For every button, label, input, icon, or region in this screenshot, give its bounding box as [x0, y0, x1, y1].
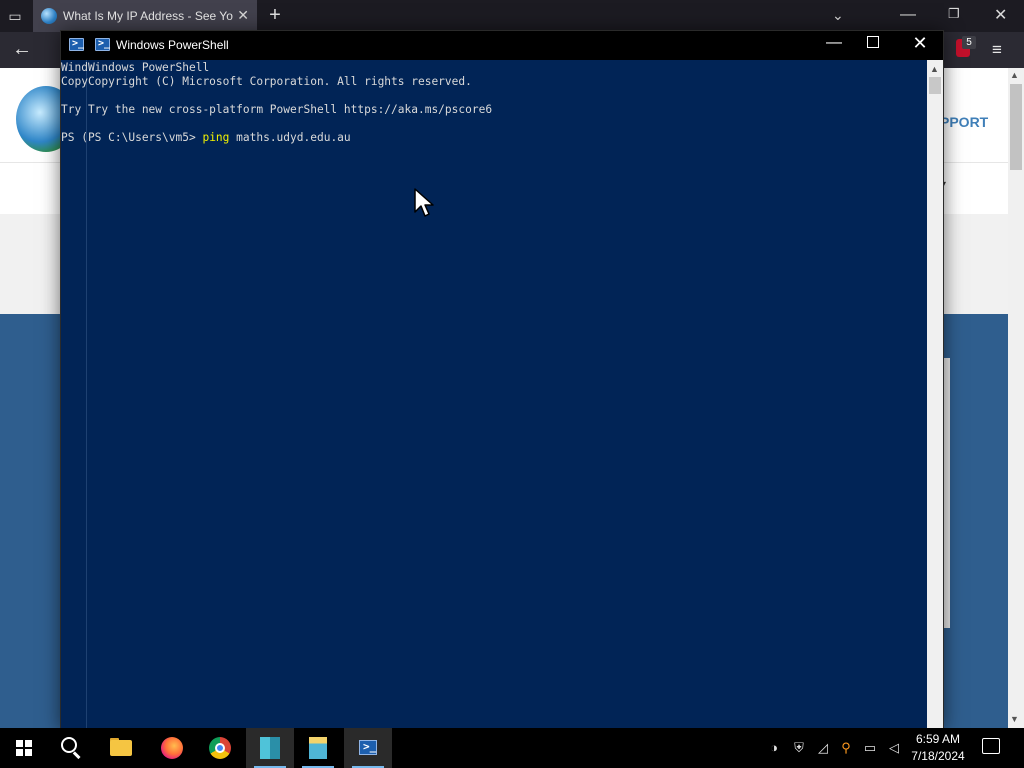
back-arrow-icon[interactable]: ← [12, 38, 32, 61]
globe-icon [41, 8, 57, 24]
browser-restore-button[interactable]: ❐ [948, 6, 960, 22]
network-monitor-icon[interactable]: ▭ [862, 740, 878, 756]
magnifier-tray-icon[interactable]: ⚲ [838, 740, 854, 756]
taskbar-powershell[interactable]: >_ [344, 728, 392, 768]
page-slider-handle[interactable] [944, 358, 950, 628]
console-line: WindWindows PowerShell [61, 61, 210, 74]
console-scrollbar-thumb[interactable] [929, 77, 941, 94]
powershell-icon[interactable]: >_ [95, 38, 110, 51]
clock-date: 7/18/2024 [911, 749, 965, 763]
folder-icon [110, 740, 132, 756]
volume-muted-icon[interactable]: ◁ [886, 740, 902, 756]
chevron-down-icon[interactable]: ⌄ [832, 7, 844, 24]
desktop: ▭ What Is My IP Address - See Your ✕ + ⌄… [0, 0, 1024, 768]
powershell-window[interactable]: >_ >_ Windows PowerShell — ✕ WindWindows… [60, 30, 944, 730]
minimize-button[interactable]: — [823, 34, 845, 56]
new-tab-button[interactable]: + [265, 5, 285, 25]
support-link[interactable]: PPORT [940, 114, 988, 130]
taskbar-app-building-2[interactable] [294, 728, 342, 768]
browser-tabbar: ▭ What Is My IP Address - See Your ✕ + ⌄… [0, 0, 1024, 32]
hamburger-menu-icon[interactable]: ≡ [992, 40, 1002, 60]
system-clock[interactable]: 6:59 AM 7/18/2024 [906, 731, 970, 765]
building-app-icon [260, 737, 280, 759]
window-title: Windows PowerShell [116, 38, 229, 52]
notification-center-icon[interactable] [982, 738, 1000, 754]
console-output[interactable]: WindWindows PowerShell CopyCopyright (C)… [61, 60, 927, 729]
prompt: PS (PS C:\Users\vm5> [61, 131, 203, 144]
security-shield-icon[interactable]: ⛨ [791, 740, 807, 756]
browser-tab-active[interactable]: What Is My IP Address - See Your ✕ [33, 0, 257, 32]
console-line: Try Try the new cross-platform PowerShel… [61, 103, 493, 116]
powershell-titlebar[interactable]: >_ >_ Windows PowerShell — ✕ [61, 31, 943, 60]
taskbar-search-button[interactable] [48, 728, 96, 768]
browser-minimize-button[interactable]: — [900, 6, 916, 24]
taskbar-firefox[interactable] [148, 728, 196, 768]
powershell-icon: >_ [359, 740, 377, 755]
extension-count-badge: 5 [962, 36, 976, 49]
taskbar-app-building[interactable] [246, 728, 294, 768]
command-line[interactable]: PS (PS C:\Users\vm5> ping maths.udyd.edu… [61, 131, 351, 145]
console-column-guide [86, 60, 87, 729]
close-button[interactable]: ✕ [909, 33, 931, 55]
tab-title: What Is My IP Address - See Your [63, 9, 233, 23]
building-app-icon [309, 737, 327, 759]
clock-time: 6:59 AM [915, 732, 961, 746]
browser-close-button[interactable]: ✕ [994, 5, 1007, 25]
console-scrollbar[interactable] [927, 60, 943, 729]
tab-close-icon[interactable]: ✕ [237, 7, 249, 23]
firefox-icon [161, 737, 183, 759]
command-args: maths.udyd.edu.au [229, 131, 351, 144]
tab-list-icon[interactable]: ▭ [6, 7, 24, 25]
console-line: CopyCopyright (C) Microsoft Corporation.… [61, 75, 472, 88]
edge-update-icon[interactable]: ◑ [766, 740, 782, 756]
network-disconnected-icon[interactable]: ◿ [815, 740, 831, 756]
taskbar-chrome[interactable] [196, 728, 244, 768]
scroll-down-arrow-icon[interactable]: ▼ [1010, 714, 1019, 724]
powershell-icon: >_ [69, 38, 84, 51]
taskbar: >_ ◑ ⛨ ◿ ⚲ ▭ ◁ 6:59 AM 7/18/2024 [0, 728, 1024, 768]
mouse-pointer-icon [414, 188, 434, 217]
page-scrollbar-thumb[interactable] [1010, 84, 1022, 170]
scroll-up-arrow-icon[interactable]: ▲ [1010, 70, 1019, 80]
command-keyword: ping [202, 131, 230, 144]
taskbar-file-explorer[interactable] [98, 728, 146, 768]
start-button[interactable] [0, 728, 48, 768]
scroll-up-arrow-icon[interactable]: ▲ [930, 64, 939, 74]
windows-logo-icon [16, 740, 32, 756]
maximize-button[interactable] [867, 36, 879, 48]
